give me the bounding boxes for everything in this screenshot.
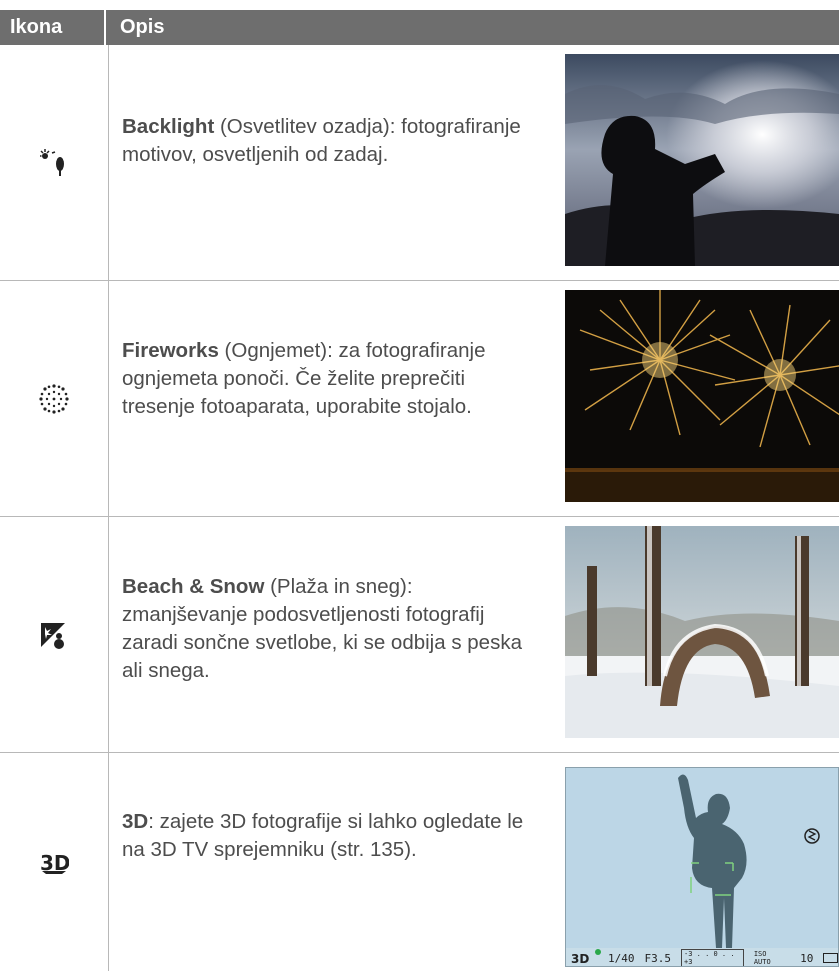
- table-row-fireworks: Fireworks (Ognjemet): za fotografiranje …: [0, 281, 839, 517]
- mode-text: : zajete 3D fotografije si lahko ogledat…: [122, 810, 524, 861]
- row-description: Backlight (Osvetlitev ozadja): fotografi…: [122, 113, 542, 169]
- table-row-backlight: Backlight (Osvetlitev ozadja): fotografi…: [0, 45, 839, 281]
- shot-count: 10: [800, 951, 814, 965]
- table-header: Ikona Opis: [0, 10, 839, 45]
- svg-text:3D: 3D: [571, 952, 589, 966]
- header-description-column: Opis: [120, 16, 165, 38]
- aperture-value: F3.5: [644, 951, 672, 965]
- row-description: 3D: zajete 3D fotografije si lahko ogled…: [122, 808, 542, 864]
- icon-cell: 3D: [0, 753, 109, 971]
- backlight-icon: [40, 148, 64, 176]
- mode-title: Beach & Snow: [122, 575, 265, 598]
- beach-snow-icon: [41, 622, 65, 649]
- shutter-speed: 1/40: [608, 951, 635, 965]
- fireworks-example-photo: [565, 290, 839, 502]
- 3d-lcd-preview: 3D 1/40 F3.5 -3 . . 0 . . +3 ISO AUTO 10: [565, 767, 839, 967]
- 3d-icon: 3D: [40, 851, 69, 875]
- table-row-beach-snow: Beach & Snow (Plaža in sneg): zmanjševan…: [0, 517, 839, 753]
- icon-cell: [0, 281, 109, 516]
- beach-snow-example-photo: [565, 526, 839, 738]
- icon-cell: [0, 517, 109, 752]
- iso-value: ISO AUTO: [753, 950, 771, 966]
- header-icon-column: Ikona: [0, 10, 106, 45]
- battery-icon: [823, 953, 838, 963]
- backlight-example-photo: [565, 54, 839, 266]
- mode-title: Backlight: [122, 115, 215, 138]
- mode-title: 3D: [122, 810, 149, 833]
- fireworks-icon: [39, 383, 69, 414]
- row-description: Beach & Snow (Plaža in sneg): zmanjševan…: [122, 573, 542, 685]
- scene-mode-table: Ikona Opis Backlight (Osvetlitev ozadja)…: [0, 10, 839, 971]
- row-description: Fireworks (Ognjemet): za fotografiranje …: [122, 337, 542, 421]
- exposure-scale: -3 . . 0 . . +3: [681, 949, 744, 966]
- lcd-status-bar: 1/40 F3.5 -3 . . 0 . . +3 ISO AUTO 10: [608, 949, 838, 966]
- icon-cell: [0, 45, 109, 280]
- table-row-3d: 3D 3D: zajete 3D fotografije si lahko og…: [0, 753, 839, 971]
- mode-title: Fireworks: [122, 339, 219, 362]
